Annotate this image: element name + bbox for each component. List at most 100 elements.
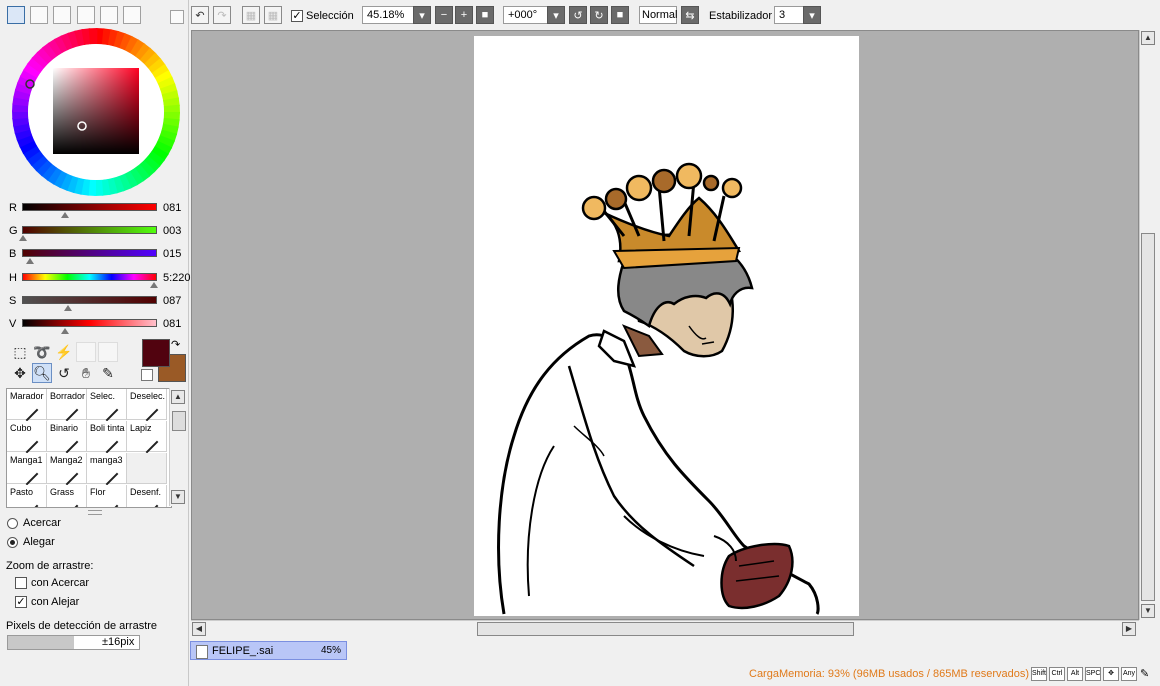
slider-thumb[interactable] (61, 328, 70, 334)
slider-thumb[interactable] (150, 282, 159, 288)
brush-selec-[interactable]: Selec. (87, 389, 127, 422)
brush-binario[interactable]: Binario (47, 421, 87, 454)
reset-colors-icon[interactable] (141, 369, 153, 381)
modifier-key-indicator: Shift (1031, 667, 1047, 681)
primary-color-swatch[interactable] (142, 339, 170, 367)
brush-lapiz[interactable]: Lapiz (127, 421, 167, 454)
slider-value: 081 (163, 202, 182, 214)
rotation-reset-icon[interactable]: ■ (611, 6, 629, 24)
horizontal-scrollbar[interactable]: ◀ ▶ (191, 620, 1139, 638)
hsv-slider-mode-button[interactable] (53, 6, 71, 24)
panel-menu-button[interactable] (170, 10, 184, 24)
slider-track[interactable] (22, 249, 157, 257)
brush-icon (25, 440, 39, 454)
slider-track[interactable] (22, 226, 157, 234)
slider-label: B (9, 248, 17, 260)
lasso-icon[interactable]: ➰ (32, 342, 52, 362)
slider-thumb[interactable] (26, 258, 35, 264)
brush-label: Borrador (50, 391, 86, 401)
con-acercar-label: con Acercar (31, 577, 90, 589)
slider-value: 015 (163, 248, 182, 260)
slider-thumb[interactable] (63, 305, 72, 311)
slider-s[interactable]: S 087 (6, 294, 186, 316)
slider-v[interactable]: V 081 (6, 317, 186, 339)
slider-track[interactable] (22, 273, 157, 281)
brush-manga1[interactable]: Manga1 (7, 453, 47, 486)
panel-resize-handle[interactable] (88, 510, 102, 515)
canvas-paper[interactable] (474, 36, 859, 616)
top-toolbar: ↶ ↷ ▦ ▦ ✓ Selección 45.18% ▾ − + ■ +000°… (189, 0, 1160, 30)
scroll-right-icon[interactable]: ▶ (1122, 622, 1136, 636)
horizontal-scroll-thumb[interactable] (477, 622, 854, 636)
con-acercar-checkbox[interactable] (15, 577, 27, 589)
rotate-left-icon[interactable]: ↺ (569, 6, 587, 24)
swatch-grid-mode-button[interactable] (100, 6, 118, 24)
artwork (497, 162, 820, 615)
vertical-scrollbar[interactable]: ▲ ▼ (1139, 30, 1157, 620)
color-wheel-mode-button[interactable] (7, 6, 25, 24)
zoom-reset-icon[interactable]: ■ (476, 6, 494, 24)
magic-wand-icon[interactable]: ⚡ (54, 342, 74, 362)
vertical-scroll-thumb[interactable] (1141, 233, 1155, 601)
alegar-radio[interactable] (7, 537, 18, 548)
flip-icon[interactable]: ⇆ (681, 6, 699, 24)
brush-deselec-[interactable]: Deselec. (127, 389, 167, 422)
rotate-icon[interactable]: ↺ (54, 363, 74, 383)
brush-marador[interactable]: Marador (7, 389, 47, 422)
swap-colors-icon[interactable]: ↷ (171, 338, 180, 351)
slider-g[interactable]: G 003 (6, 224, 186, 246)
color-wheel[interactable] (12, 28, 180, 196)
acercar-radio[interactable] (7, 518, 18, 529)
brush-desenf-[interactable]: Desenf. (127, 485, 167, 507)
eyedropper-icon[interactable]: ✎ (98, 363, 118, 383)
redo-icon[interactable]: ↷ (213, 6, 231, 24)
hand-icon[interactable]: ✋︎ (76, 363, 96, 383)
stabilizer-dropdown-icon[interactable]: ▾ (803, 6, 821, 24)
brush-scrollbar[interactable]: ▲ ▼ (169, 388, 186, 506)
rgb-slider-mode-button[interactable] (30, 6, 48, 24)
brush-borrador[interactable]: Borrador (47, 389, 87, 422)
scroll-down-icon[interactable]: ▼ (1141, 604, 1155, 618)
seleccion-checkbox[interactable]: ✓ (291, 10, 303, 22)
brush-boli-tinta[interactable]: Boli tinta (87, 421, 127, 454)
move-icon[interactable]: ✥ (10, 363, 30, 383)
marquee-select-icon[interactable]: ⬚ (10, 342, 30, 362)
zoom-icon[interactable]: 🔍︎ (32, 363, 52, 383)
scroll-thumb[interactable] (172, 411, 186, 431)
con-alejar-checkbox[interactable]: ✓ (15, 596, 27, 608)
brush-cubo[interactable]: Cubo (7, 421, 47, 454)
slider-h[interactable]: H 5:220 (6, 271, 191, 293)
slider-track[interactable] (22, 319, 157, 327)
slider-track[interactable] (22, 296, 157, 304)
scroll-left-icon[interactable]: ◀ (192, 622, 206, 636)
slider-b[interactable]: B 015 (6, 247, 186, 269)
slider-thumb[interactable] (61, 212, 70, 218)
invert-selection-icon[interactable]: ▦ (264, 6, 282, 24)
zoom-out-icon[interactable]: − (435, 6, 453, 24)
scroll-down-icon[interactable]: ▼ (171, 490, 185, 504)
zoom-in-icon[interactable]: + (455, 6, 473, 24)
scroll-up-icon[interactable]: ▲ (171, 390, 185, 404)
brush-pasto[interactable]: Pasto (7, 485, 47, 507)
blend-mode-field[interactable]: Normal (639, 6, 677, 24)
scroll-up-icon[interactable]: ▲ (1141, 31, 1155, 45)
slider-r[interactable]: R 081 (6, 201, 186, 223)
rotate-right-icon[interactable]: ↻ (590, 6, 608, 24)
slider-track[interactable] (22, 203, 157, 211)
slider-value: 081 (163, 318, 182, 330)
swatch-mode-button[interactable] (77, 6, 95, 24)
brush-grass[interactable]: Grass (47, 485, 87, 507)
brush-manga3[interactable]: manga3 (87, 453, 127, 486)
brush-flor[interactable]: Flor (87, 485, 127, 507)
undo-icon[interactable]: ↶ (191, 6, 209, 24)
canvas-viewport[interactable] (191, 30, 1139, 620)
brush-label: Deselec. (130, 391, 166, 401)
slider-thumb[interactable] (19, 235, 28, 241)
zoom-dropdown-icon[interactable]: ▾ (413, 6, 431, 24)
rotation-dropdown-icon[interactable]: ▾ (547, 6, 565, 24)
document-tab[interactable]: FELIPE_.sai 45% (190, 641, 347, 660)
brush-manga2[interactable]: Manga2 (47, 453, 87, 486)
deselect-icon[interactable]: ▦ (242, 6, 260, 24)
scratchpad-mode-button[interactable] (123, 6, 141, 24)
drag-pixels-slider[interactable]: ±16pix (7, 635, 140, 650)
